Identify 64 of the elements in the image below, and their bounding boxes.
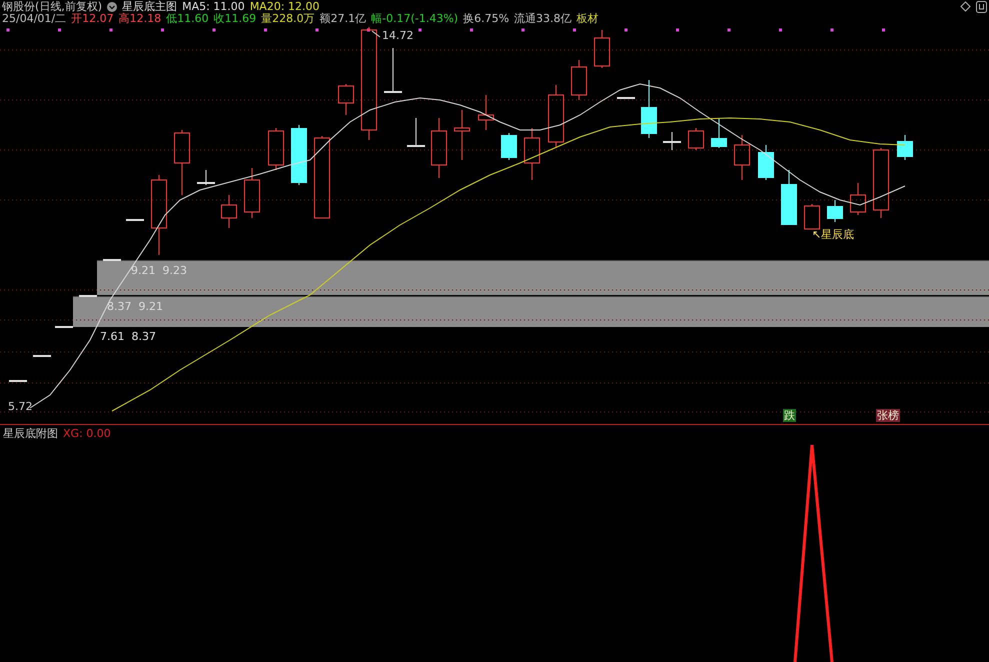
zone-label: 8.37 9.21 <box>106 299 164 315</box>
signal-tag: 张榜 <box>876 409 900 422</box>
candlestick <box>734 134 750 180</box>
candlestick <box>663 132 681 150</box>
indicator-name[interactable]: 星辰底主图 <box>122 0 178 13</box>
candlestick <box>338 84 354 116</box>
candlestick <box>268 128 284 170</box>
candlestick <box>291 124 307 186</box>
candlestick <box>33 355 51 357</box>
candlestick <box>711 118 727 148</box>
quote-field: 开12.07 <box>71 13 114 25</box>
quote-field: 幅-0.17(-1.43%) <box>371 13 458 25</box>
candlestick <box>758 144 774 180</box>
candlestick <box>781 170 797 226</box>
chevron-down-icon[interactable] <box>107 2 118 12</box>
sub-chart-title: 星辰底附图 <box>3 427 58 440</box>
zone-label: 9.21 9.23 <box>130 263 188 279</box>
candlestick <box>126 219 144 221</box>
candlestick <box>850 182 866 216</box>
candlestick <box>478 94 494 130</box>
candlestick <box>548 84 564 148</box>
candlestick <box>221 194 237 228</box>
instrument-title: 钢股份(日线,前复权) <box>2 0 102 13</box>
candlestick <box>244 168 260 218</box>
diamond-icon[interactable] <box>960 1 971 12</box>
candlestick <box>594 30 610 68</box>
quote-field: 板材 <box>576 13 599 25</box>
candlestick <box>454 110 470 160</box>
candlestick <box>9 380 27 382</box>
candlestick <box>55 326 73 328</box>
candlestick <box>384 48 402 93</box>
ma20-value: MA20: 12.00 <box>250 0 320 13</box>
peak-price-label: 14.72 <box>382 29 414 42</box>
panel-icon[interactable] <box>976 0 987 12</box>
candlestick <box>641 80 657 138</box>
candlestick <box>897 134 913 160</box>
signal-label: ↖星辰底 <box>812 228 854 241</box>
candlestick <box>617 97 635 99</box>
candlestick <box>407 118 425 147</box>
candlestick <box>79 295 97 297</box>
quote-field: 高12.18 <box>118 13 162 25</box>
quote-field: 收11.69 <box>214 13 256 25</box>
ma5-value: MA5: 11.00 <box>182 0 245 13</box>
candlestick <box>804 204 820 230</box>
quote-field: 25/04/01/二 <box>2 13 66 25</box>
quote-field: 量228.0万 <box>261 13 315 25</box>
candlestick <box>688 128 704 150</box>
quote-field: 换6.75% <box>463 13 510 25</box>
quote-field: 流通33.8亿 <box>514 13 572 25</box>
signal-tag: 跌 <box>783 409 796 422</box>
candlestick <box>524 128 540 180</box>
quote-field: 额27.1亿 <box>320 13 366 25</box>
candlestick <box>501 132 517 160</box>
xg-value: XG: 0.00 <box>63 427 111 440</box>
candlestick <box>827 200 843 222</box>
candlestick <box>197 170 215 186</box>
zone-label: 7.61 8.37 <box>100 330 156 343</box>
quote-field: 低11.60 <box>166 13 209 25</box>
candlestick <box>431 118 447 178</box>
candlestick <box>103 259 121 261</box>
candlestick <box>571 60 587 100</box>
low-price-label: 5.72 <box>8 400 32 413</box>
candlestick <box>873 148 889 218</box>
candlestick <box>174 130 190 196</box>
